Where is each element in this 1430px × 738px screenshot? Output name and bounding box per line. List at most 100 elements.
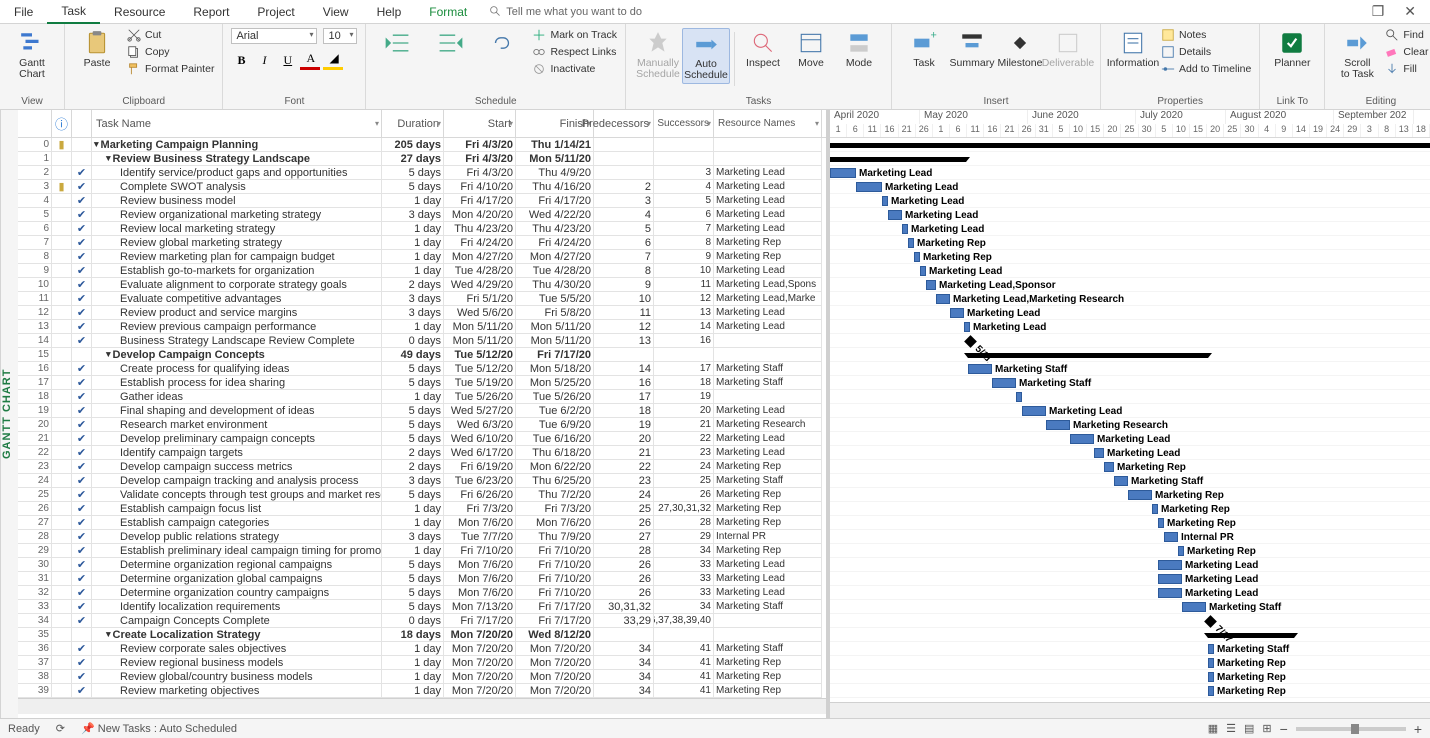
fill-button[interactable]: Fill (1385, 62, 1428, 76)
gantt-row[interactable]: Marketing Staff (830, 362, 1430, 376)
table-row[interactable]: 26✔Establish campaign focus list1 dayFri… (18, 502, 826, 516)
find-button[interactable]: Find (1385, 28, 1428, 42)
table-row[interactable]: 9✔Establish go-to-markets for organizati… (18, 264, 826, 278)
gantt-row[interactable]: Marketing Lead (830, 320, 1430, 334)
inactivate-button[interactable]: Inactivate (532, 62, 617, 76)
table-row[interactable]: 22✔Identify campaign targets2 daysWed 6/… (18, 446, 826, 460)
underline-button[interactable]: U (277, 50, 297, 70)
table-row[interactable]: 35▸Create Localization Strategy18 daysMo… (18, 628, 826, 642)
col-index[interactable] (18, 110, 52, 137)
task-bar[interactable]: Marketing Rep (1178, 546, 1184, 556)
view-board-icon[interactable]: ▤ (1244, 722, 1254, 735)
manually-schedule-button[interactable]: ManuallySchedule (634, 28, 682, 82)
table-row[interactable]: 0▮▸Marketing Campaign Planning205 daysFr… (18, 138, 826, 152)
gantt-row[interactable]: Marketing Lead,Sponsor (830, 278, 1430, 292)
gantt-row[interactable] (830, 390, 1430, 404)
table-row[interactable]: 34✔Campaign Concepts Complete0 daysFri 7… (18, 614, 826, 628)
table-row[interactable]: 30✔Determine organization regional campa… (18, 558, 826, 572)
table-row[interactable]: 27✔Establish campaign categories1 dayMon… (18, 516, 826, 530)
col-task-name[interactable]: Task Name▾ (92, 110, 382, 137)
task-bar[interactable]: Marketing Rep (1158, 518, 1164, 528)
font-size-select[interactable]: 10 (323, 28, 357, 44)
milestone-marker[interactable]: 7/17 (1204, 615, 1217, 628)
gantt-row[interactable]: Marketing Staff (830, 642, 1430, 656)
gantt-row[interactable]: Marketing Research (830, 418, 1430, 432)
task-bar[interactable]: Marketing Rep (908, 238, 914, 248)
insert-summary-button[interactable]: Summary (948, 28, 996, 71)
insert-milestone-button[interactable]: Milestone (996, 28, 1044, 71)
table-row[interactable]: 21✔Develop preliminary campaign concepts… (18, 432, 826, 446)
task-bar[interactable]: Marketing Staff (968, 364, 992, 374)
table-row[interactable]: 16✔Create process for qualifying ideas5 … (18, 362, 826, 376)
view-gantt-icon[interactable]: ▦ (1208, 722, 1218, 735)
gantt-row[interactable]: Marketing Staff (830, 474, 1430, 488)
gantt-row[interactable]: Marketing Lead (830, 194, 1430, 208)
sync-icon[interactable]: ⟳ (56, 722, 65, 735)
summary-bar[interactable] (968, 353, 1208, 358)
gantt-row[interactable]: Marketing Rep (830, 250, 1430, 264)
table-row[interactable]: 11✔Evaluate competitive advantages3 days… (18, 292, 826, 306)
task-bar[interactable]: Marketing Staff (992, 378, 1016, 388)
fill-color-button[interactable]: ◢ (323, 50, 343, 70)
indent-button[interactable] (426, 28, 474, 60)
table-row[interactable]: 5✔Review organizational marketing strate… (18, 208, 826, 222)
table-row[interactable]: 19✔Final shaping and development of idea… (18, 404, 826, 418)
task-bar[interactable]: Marketing Lead (830, 168, 856, 178)
clear-button[interactable]: Clear (1385, 45, 1428, 59)
link-button[interactable] (478, 28, 526, 60)
col-successors[interactable]: Successors▾ (654, 110, 714, 137)
add-timeline-button[interactable]: Add to Timeline (1161, 62, 1251, 76)
table-row[interactable]: 4✔Review business model1 dayFri 4/17/20F… (18, 194, 826, 208)
italic-button[interactable]: I (254, 50, 274, 70)
gantt-row[interactable]: Internal PR (830, 530, 1430, 544)
table-row[interactable]: 39✔Review marketing objectives1 dayMon 7… (18, 684, 826, 698)
gantt-row[interactable]: Marketing Lead (830, 558, 1430, 572)
table-row[interactable]: 13✔Review previous campaign performance1… (18, 320, 826, 334)
task-bar[interactable]: Marketing Lead (964, 322, 970, 332)
respect-links-button[interactable]: Respect Links (532, 45, 617, 59)
table-row[interactable]: 36✔Review corporate sales objectives1 da… (18, 642, 826, 656)
task-bar[interactable]: Marketing Lead (1022, 406, 1046, 416)
task-bar[interactable]: Marketing Lead (950, 308, 964, 318)
task-bar[interactable] (1016, 392, 1022, 402)
gantt-chart-button[interactable]: GanttChart (8, 28, 56, 82)
task-bar[interactable]: Marketing Lead (1070, 434, 1094, 444)
tab-task[interactable]: Task (47, 0, 100, 24)
information-button[interactable]: Information (1109, 28, 1157, 71)
table-row[interactable]: 15▸Develop Campaign Concepts49 daysTue 5… (18, 348, 826, 362)
font-name-select[interactable]: Arial (231, 28, 317, 44)
tab-project[interactable]: Project (243, 1, 308, 23)
gantt-row[interactable]: Marketing Lead (830, 208, 1430, 222)
task-bar[interactable]: Marketing Lead (1158, 560, 1182, 570)
gantt-row[interactable]: Marketing Lead (830, 586, 1430, 600)
task-bar[interactable]: Marketing Research (1046, 420, 1070, 430)
table-row[interactable]: 10✔Evaluate alignment to corporate strat… (18, 278, 826, 292)
gantt-row[interactable] (830, 628, 1430, 642)
auto-schedule-button[interactable]: AutoSchedule (682, 28, 730, 84)
table-row[interactable]: 17✔Establish process for idea sharing5 d… (18, 376, 826, 390)
zoom-in[interactable]: + (1414, 721, 1422, 737)
inspect-button[interactable]: Inspect (739, 28, 787, 71)
task-bar[interactable]: Marketing Lead (1094, 448, 1104, 458)
task-bar[interactable]: Marketing Staff (1208, 644, 1214, 654)
table-row[interactable]: 2✔Identify service/product gaps and oppo… (18, 166, 826, 180)
mark-on-track-button[interactable]: Mark on Track (532, 28, 617, 42)
gantt-row[interactable] (830, 348, 1430, 362)
table-row[interactable]: 37✔Review regional business models1 dayM… (18, 656, 826, 670)
task-bar[interactable]: Marketing Staff (1182, 602, 1206, 612)
table-row[interactable]: 28✔Develop public relations strategy3 da… (18, 530, 826, 544)
gantt-row[interactable]: Marketing Lead (830, 446, 1430, 460)
gantt-body[interactable]: Marketing LeadMarketing LeadMarketing Le… (830, 138, 1430, 702)
milestone-marker[interactable]: 5/11 (964, 335, 977, 348)
gantt-row[interactable]: Marketing Lead (830, 180, 1430, 194)
col-start[interactable]: Start▾ (444, 110, 516, 137)
tell-me-search[interactable]: Tell me what you want to do (489, 5, 642, 18)
gantt-row[interactable]: Marketing Rep (830, 502, 1430, 516)
gantt-row[interactable]: Marketing Staff (830, 376, 1430, 390)
format-painter-button[interactable]: Format Painter (127, 62, 214, 76)
task-bar[interactable]: Internal PR (1164, 532, 1178, 542)
planner-button[interactable]: Planner (1268, 28, 1316, 71)
table-row[interactable]: 12✔Review product and service margins3 d… (18, 306, 826, 320)
col-indicators[interactable]: ⓘ (52, 110, 72, 137)
table-row[interactable]: 33✔Identify localization requirements5 d… (18, 600, 826, 614)
